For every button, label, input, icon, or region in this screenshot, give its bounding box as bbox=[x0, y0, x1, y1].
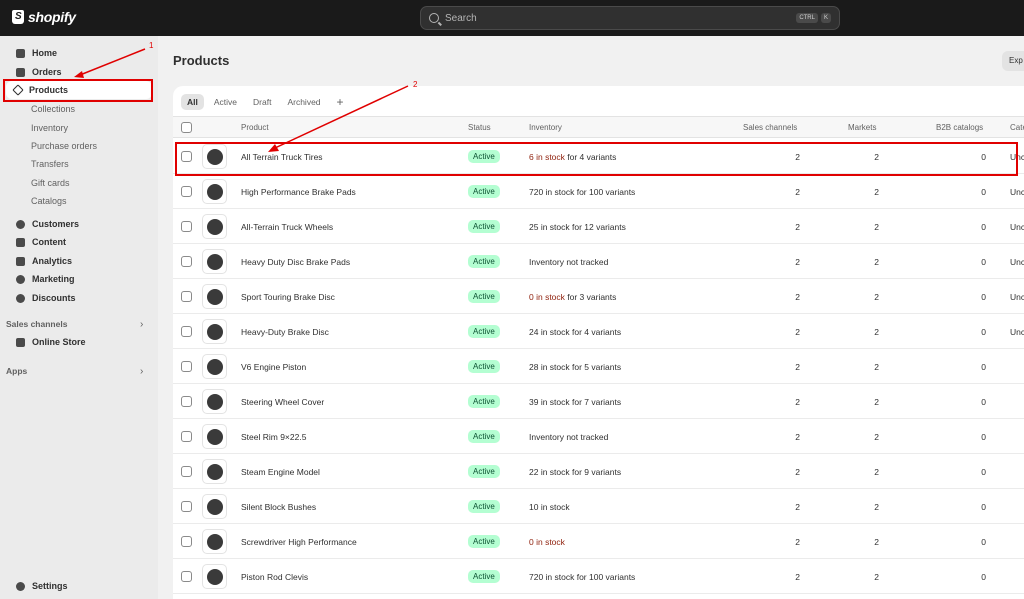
annotation-arrowhead-2 bbox=[268, 144, 279, 152]
annotation-arrow-1 bbox=[79, 48, 146, 76]
annotation-arrows bbox=[74, 48, 409, 152]
annotation-arrow-2 bbox=[274, 85, 409, 149]
annotation-arrowhead-1 bbox=[74, 71, 84, 78]
